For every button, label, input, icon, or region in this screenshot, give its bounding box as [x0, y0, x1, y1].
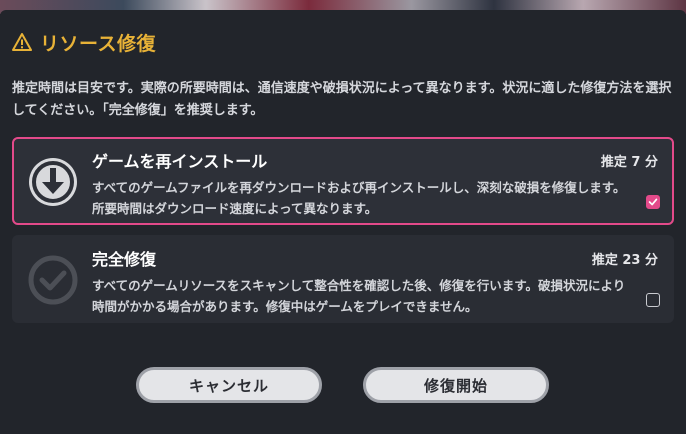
option-title: 完全修復 — [92, 250, 157, 269]
option-full-repair[interactable]: 完全修復 推定 23 分 すべてのゲームリソースをスキャンして整合性を確認した後… — [12, 235, 674, 323]
dialog-header: リソース修復 — [12, 30, 157, 55]
check-circle-icon — [28, 255, 78, 305]
cancel-button[interactable]: キャンセル — [136, 367, 322, 403]
checkmark-icon — [648, 198, 658, 206]
option-description: すべてのゲームリソースをスキャンして整合性を確認した後、修復を行います。破損状況… — [92, 278, 626, 314]
dialog-description: 推定時間は目安です。実際の所要時間は、通信速度や破損状況によって異なります。状況… — [12, 81, 672, 118]
repair-dialog: リソース修復 推定時間は目安です。実際の所要時間は、通信速度や破損状況によって異… — [0, 10, 686, 434]
option-title: ゲームを再インストール — [92, 152, 268, 171]
download-arrow-icon — [29, 158, 77, 206]
option-reinstall[interactable]: ゲームを再インストール 推定 7 分 すべてのゲームファイルを再ダウンロードおよ… — [12, 137, 674, 225]
option-estimate: 推定 7 分 — [600, 155, 658, 170]
option-checkbox[interactable] — [646, 195, 660, 209]
option-estimate: 推定 23 分 — [591, 253, 658, 268]
option-checkbox[interactable] — [646, 293, 660, 307]
option-description: すべてのゲームファイルを再ダウンロードおよび再インストールし、深刻な破損を修復し… — [92, 180, 626, 216]
dialog-title: リソース修復 — [40, 32, 157, 55]
warning-icon — [12, 33, 32, 51]
start-repair-button[interactable]: 修復開始 — [363, 367, 549, 403]
